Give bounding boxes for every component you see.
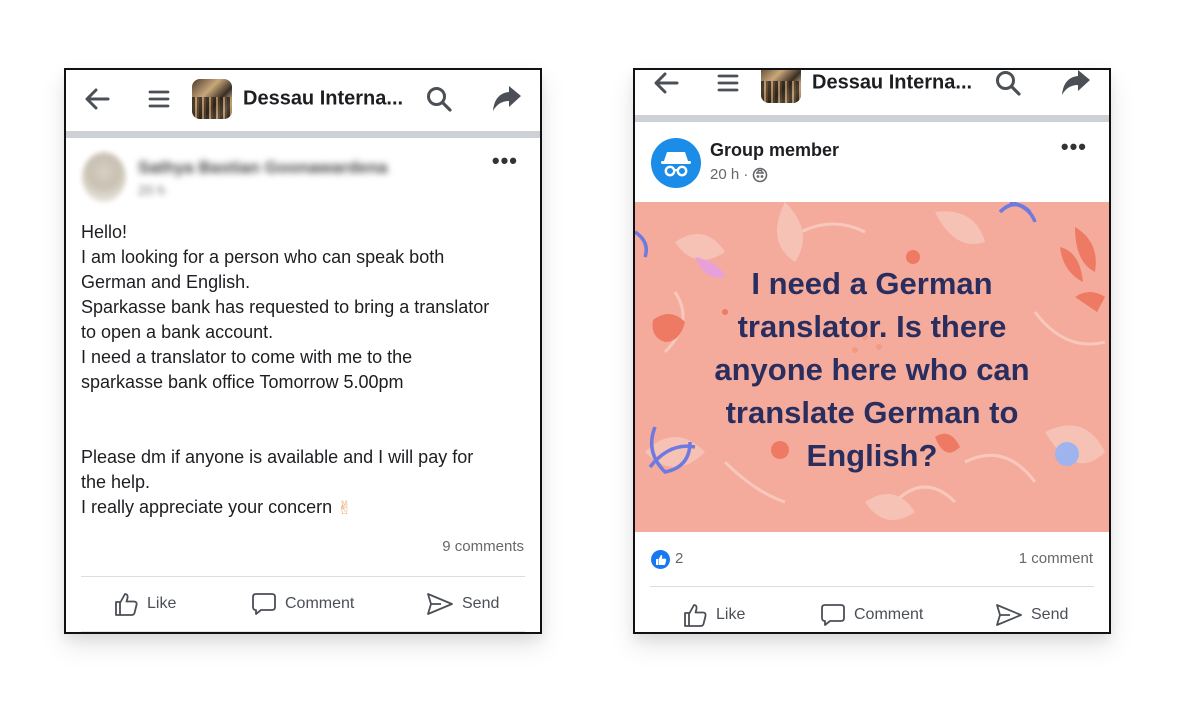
send-icon — [996, 604, 1022, 626]
post-actions: Like Comment Send — [66, 584, 540, 624]
more-options-icon[interactable]: ••• — [1061, 136, 1087, 158]
bottom-divider — [81, 631, 525, 632]
like-label: Like — [147, 595, 177, 612]
post-line-with-emoji: I really appreciate your concern ✌ — [81, 495, 529, 521]
reaction-count[interactable]: 2 — [675, 550, 683, 567]
like-label: Like — [716, 606, 746, 623]
post-line: Sparkasse bank has requested to bring a … — [81, 297, 490, 317]
post-line: I am looking for a person who can speak … — [81, 247, 445, 267]
like-reaction-icon[interactable] — [651, 550, 670, 569]
share-icon[interactable] — [1059, 70, 1093, 100]
like-button[interactable]: Like — [113, 584, 176, 624]
group-top-bar: Dessau Interna... — [635, 70, 1109, 112]
comments-count[interactable]: 9 comments — [442, 538, 524, 555]
group-avatar[interactable] — [761, 70, 801, 103]
search-icon[interactable] — [424, 84, 454, 114]
group-title[interactable]: Dessau Interna... — [812, 72, 972, 95]
right-post-screen: Dessau Interna... Group member 20 h · ••… — [633, 68, 1111, 634]
send-label: Send — [1031, 606, 1069, 623]
like-button[interactable]: Like — [682, 595, 746, 632]
post-timestamp: 20 h — [138, 182, 166, 198]
top-divider — [66, 131, 540, 138]
group-title[interactable]: Dessau Interna... — [243, 88, 403, 111]
incognito-icon — [661, 152, 691, 177]
back-arrow-icon[interactable] — [649, 70, 683, 100]
reaction-summary: 2 1 comment — [651, 550, 1093, 570]
actions-divider — [81, 576, 525, 577]
post-line: I need a translator to come with me to t… — [81, 347, 413, 367]
privacy-members-icon — [753, 167, 768, 182]
post-line: German and English. — [81, 272, 251, 292]
post-line: Please dm if anyone is available and I w… — [81, 447, 474, 467]
post-line: sparkasse bank office Tomorrow 5.00pm — [81, 372, 404, 392]
thumbs-up-icon — [115, 593, 138, 616]
comment-button[interactable]: Comment — [251, 584, 354, 624]
post-line: Hello! — [81, 222, 128, 242]
comments-count[interactable]: 1 comment — [1019, 550, 1093, 567]
share-icon[interactable] — [490, 82, 524, 116]
post-text: Hello! I am looking for a person who can… — [81, 220, 529, 521]
comment-button[interactable]: Comment — [820, 595, 924, 632]
comment-bubble-icon — [821, 604, 845, 626]
more-options-icon[interactable]: ••• — [492, 150, 518, 172]
send-button[interactable]: Send — [995, 595, 1069, 632]
group-avatar[interactable] — [192, 79, 232, 119]
left-post-screen: Dessau Interna... Sathya Bastian Goonawa… — [64, 68, 542, 634]
post-line: the help. — [81, 472, 151, 492]
thumbs-up-icon — [684, 604, 707, 627]
send-button[interactable]: Send — [426, 584, 499, 624]
post-timestamp: 20 h · — [710, 166, 768, 183]
comment-label: Comment — [854, 606, 924, 623]
menu-icon[interactable] — [144, 84, 174, 114]
search-icon[interactable] — [993, 70, 1023, 98]
banner-message: I need a German translator. Is there any… — [714, 266, 1030, 473]
post-line: to open a bank account. — [81, 322, 274, 342]
anonymous-member-avatar[interactable] — [651, 138, 701, 188]
send-label: Send — [462, 595, 500, 612]
post-header: Sathya Bastian Goonawardena 20 h — [82, 152, 524, 204]
timestamp-text: 20 h · — [710, 166, 749, 183]
post-actions: Like Comment Send — [635, 595, 1109, 632]
comment-label: Comment — [285, 595, 355, 612]
victory-hand-emoji: ✌ — [337, 497, 353, 518]
text-background-banner[interactable]: I need a German translator. Is there any… — [635, 202, 1109, 532]
author-avatar[interactable] — [82, 152, 126, 202]
screenshot-canvas: Dessau Interna... Sathya Bastian Goonawa… — [0, 0, 1179, 703]
actions-divider — [650, 586, 1094, 587]
post-line: I really appreciate your concern — [81, 497, 333, 517]
back-arrow-icon[interactable] — [80, 82, 114, 116]
menu-icon[interactable] — [713, 70, 743, 98]
send-icon — [427, 593, 453, 615]
top-divider — [635, 115, 1109, 122]
author-name[interactable]: Sathya Bastian Goonawardena — [138, 158, 387, 178]
group-top-bar: Dessau Interna... — [66, 70, 540, 128]
author-name[interactable]: Group member — [710, 140, 839, 161]
comment-bubble-icon — [252, 593, 276, 615]
